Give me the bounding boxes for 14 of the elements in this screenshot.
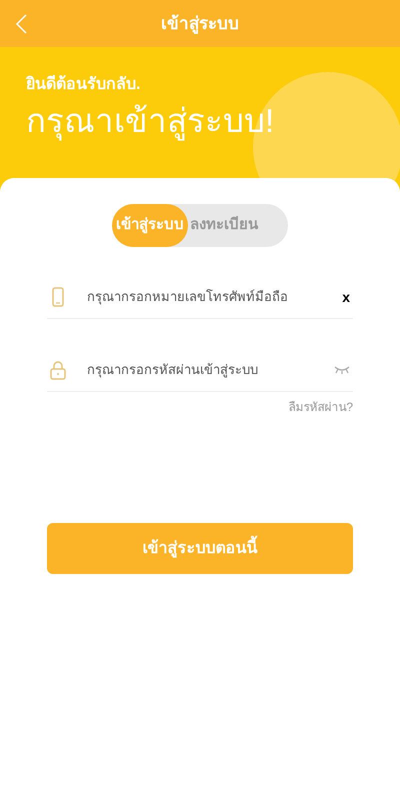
back-icon[interactable] [14, 13, 28, 35]
tab[interactable]: เข้าสู่ระบบ [112, 204, 188, 247]
lock-icon [50, 360, 66, 380]
password-field[interactable]: กรุณากรอกรหัสผ่านเข้าสู่ระบบ [87, 360, 334, 380]
greeting-text: ยินดีต้อนรับกลับ. [26, 74, 140, 95]
phone-icon [52, 287, 64, 307]
tab[interactable]: ลงทะเบียน [188, 204, 260, 247]
forgot-password-link[interactable]: ลืมรหัสผ่าน? [288, 398, 353, 416]
headline-text: กรุณาเข้าสู่ระบบ! [26, 101, 274, 143]
phone-field[interactable]: กรุณากรอกหมายเลขโทรศัพท์มือถือ [87, 287, 342, 307]
closed-eye-icon[interactable] [334, 365, 350, 375]
clear-button[interactable]: x [342, 286, 350, 308]
page-title: เข้าสู่ระบบ [161, 12, 239, 36]
login-button[interactable]: เข้าสู่ระบบตอนนี้ [47, 523, 353, 574]
